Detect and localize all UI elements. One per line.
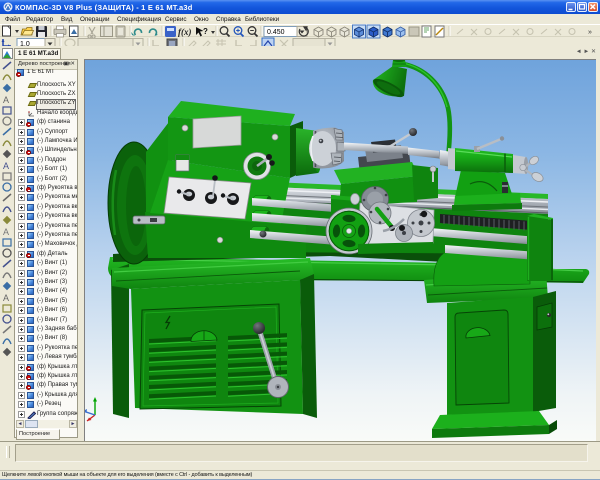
svg-text:A: A	[3, 95, 9, 105]
svg-text:f(x): f(x)	[178, 27, 192, 37]
svg-text:A: A	[3, 293, 9, 303]
svg-text:A: A	[3, 161, 9, 171]
svg-text:0.450: 0.450	[267, 29, 285, 36]
svg-text:»: »	[588, 29, 592, 36]
svg-text:?: ?	[203, 27, 208, 36]
svg-text:A: A	[3, 227, 9, 237]
